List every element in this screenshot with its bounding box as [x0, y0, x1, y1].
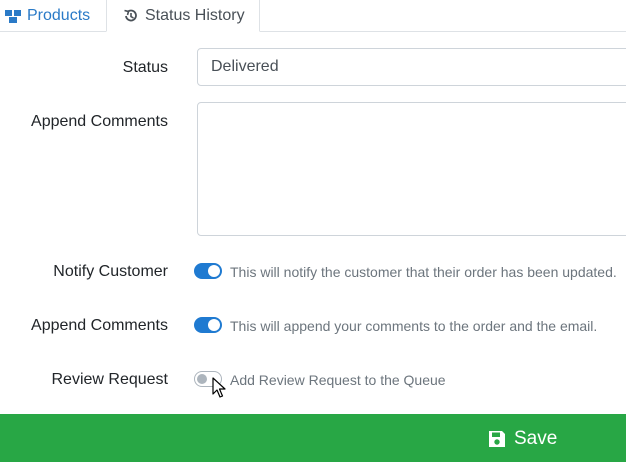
- append-comments-toggle[interactable]: [194, 317, 222, 333]
- append-comments-textarea[interactable]: [197, 102, 626, 236]
- append-comments-label: Append Comments: [31, 113, 168, 130]
- status-label: Status: [122, 59, 168, 76]
- append-comments-toggle-label: Append Comments: [31, 317, 168, 334]
- save-button-content: Save: [487, 428, 557, 450]
- boxes-icon: [5, 9, 21, 23]
- status-select-value: Delivered: [211, 58, 279, 75]
- tab-products[interactable]: Products: [0, 0, 90, 32]
- tab-products-label: Products: [27, 7, 91, 24]
- status-select[interactable]: Delivered: [197, 48, 626, 86]
- tab-divider: [0, 31, 626, 32]
- save-button-label: Save: [514, 428, 558, 449]
- history-icon: [124, 9, 137, 21]
- save-icon: [489, 431, 505, 447]
- save-button[interactable]: Save: [0, 414, 626, 462]
- notify-customer-hint: This will notify the customer that their…: [230, 264, 617, 280]
- notify-customer-label: Notify Customer: [53, 263, 168, 280]
- tab-status-history-label: Status History: [145, 6, 245, 24]
- tab-status-history[interactable]: Status History: [106, 0, 260, 32]
- notify-customer-toggle[interactable]: [194, 263, 222, 279]
- append-comments-hint: This will append your comments to the or…: [230, 318, 598, 334]
- review-request-hint: Add Review Request to the Queue: [230, 372, 446, 388]
- mouse-pointer-icon: [212, 377, 226, 398]
- bottom-strip: [0, 462, 626, 472]
- tab-bar: Products Status History: [0, 0, 626, 32]
- review-request-label: Review Request: [51, 371, 169, 388]
